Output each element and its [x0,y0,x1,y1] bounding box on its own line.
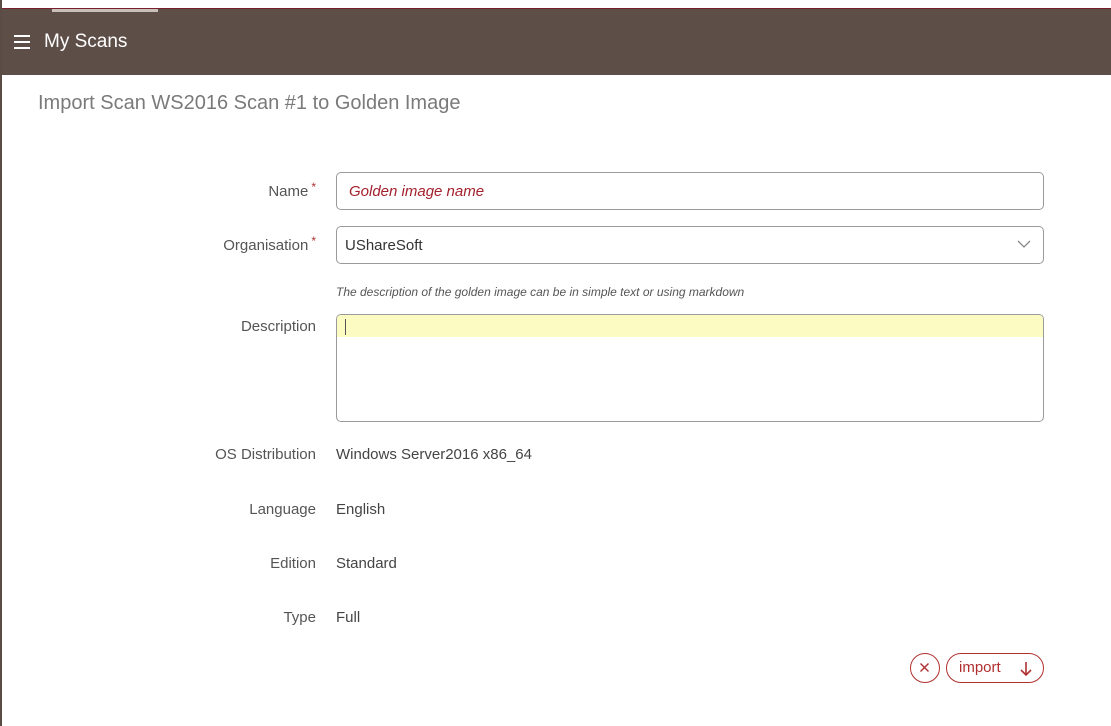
edition-value: Standard [336,555,397,572]
required-marker: * [311,180,316,194]
page-title: Import Scan WS2016 Scan #1 to Golden Ima… [38,92,461,114]
cancel-button[interactable] [910,653,940,683]
os-distribution-label: OS Distribution [215,446,316,463]
chevron-down-icon [1017,240,1031,248]
app-title[interactable]: My Scans [44,31,127,53]
name-label-text: Name [268,183,309,200]
required-marker: * [311,234,316,248]
import-button[interactable]: import [946,653,1044,683]
arrow-down-icon [1020,662,1032,677]
description-hint: The description of the golden image can … [336,285,745,299]
top-bar: My Scans [2,8,1111,75]
active-tab-indicator [52,9,158,12]
edition-label: Edition [270,555,316,572]
type-value: Full [336,609,361,626]
organisation-select[interactable]: UShareSoft [336,226,1044,264]
organisation-selected-value: UShareSoft [345,237,423,254]
type-label: Type [283,609,316,626]
language-value: English [336,501,386,518]
current-line-highlight [337,315,1043,337]
app-window: My Scans Import Scan WS2016 Scan #1 to G… [0,0,1111,726]
os-distribution-value: Windows Server2016 x86_64 [336,446,532,463]
organisation-label-text: Organisation [223,237,309,254]
close-icon [920,663,929,672]
language-label: Language [249,501,316,518]
name-label: Name * [36,180,316,200]
description-label: Description [240,318,316,335]
organisation-label: Organisation * [36,234,316,254]
golden-image-name-input[interactable] [336,172,1044,210]
hamburger-menu-icon[interactable] [14,35,30,49]
description-textarea[interactable] [336,314,1044,422]
import-button-label: import [959,659,1001,676]
text-caret [345,319,346,335]
